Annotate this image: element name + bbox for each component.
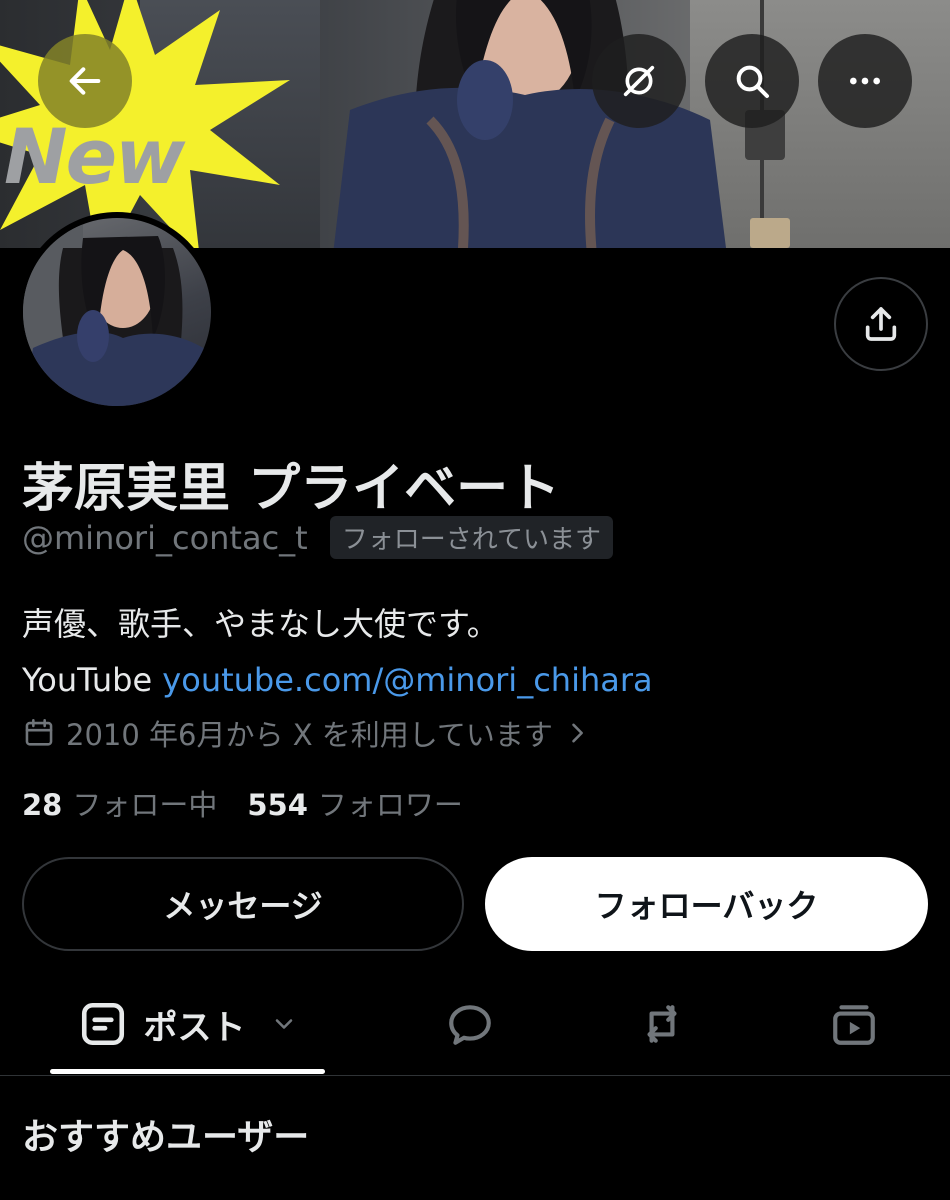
following-stat[interactable]: 28 フォロー中 [22,782,217,824]
handle-row: @minori_contac_t フォローされています [22,516,613,559]
follows-you-badge: フォローされています [329,516,613,559]
repost-icon [647,1005,677,1043]
back-button[interactable] [38,34,132,128]
media-video-icon [833,1005,875,1045]
more-options-button[interactable] [818,34,912,128]
bio-line: 声優、歌手、やまなし大使です。 [22,605,499,643]
tab-reposts[interactable] [612,976,712,1072]
search-button[interactable] [705,34,799,128]
follow-stats: 28 フォロー中 554 フォロワー [22,782,463,824]
tab-media[interactable] [804,976,904,1072]
chevron-right-icon [572,723,583,743]
profile-banner[interactable]: New [0,0,950,248]
bio-line: YouTube youtube.com/@minori_chihara [22,652,653,708]
recommended-users-heading: おすすめユーザー [22,1117,310,1158]
profile-name: 茅原実里 プライベート [22,459,561,519]
tabs-divider [0,1075,950,1076]
chevron-down-icon[interactable] [270,1010,298,1038]
followers-label: フォロワー [317,788,463,822]
posts-icon [81,1002,124,1046]
banner-person-photo [333,0,726,248]
search-icon [736,65,769,98]
share-button[interactable] [834,277,928,371]
reply-bubble-icon [449,1005,491,1045]
joined-date: 2010 年6月から X を利用しています [66,718,553,752]
follow-back-button[interactable]: フォローバック [485,857,928,951]
followers-stat[interactable]: 554 フォロワー [247,782,463,824]
following-count: 28 [22,788,63,822]
avatar[interactable] [17,212,217,412]
bio-prefix: YouTube [22,661,163,699]
avatar-person-image [23,218,211,406]
profile-handle: @minori_contac_t [22,518,308,557]
grok-button[interactable] [592,34,686,128]
profile-tabs: ポスト [0,976,950,1076]
message-button[interactable]: メッセージ [22,857,464,951]
calendar-icon [25,718,53,746]
following-label: フォロー中 [72,788,218,822]
grok-icon [623,65,655,97]
share-icon [865,307,897,341]
active-tab-indicator [50,1069,325,1074]
tab-replies[interactable] [420,976,520,1072]
arrow-left-icon [69,67,101,95]
avatar-photo [23,218,211,406]
more-horizontal-icon [850,77,880,85]
banner-object [750,218,790,248]
joined-date-row[interactable]: 2010 年6月から X を利用しています [22,712,591,754]
tab-posts-label: ポスト [143,1007,246,1048]
youtube-link[interactable]: youtube.com/@minori_chihara [162,661,652,699]
profile-bio: 声優、歌手、やまなし大使です。 YouTube youtube.com/@min… [22,596,653,708]
tab-posts[interactable]: ポスト [50,976,325,1072]
followers-count: 554 [247,788,308,822]
